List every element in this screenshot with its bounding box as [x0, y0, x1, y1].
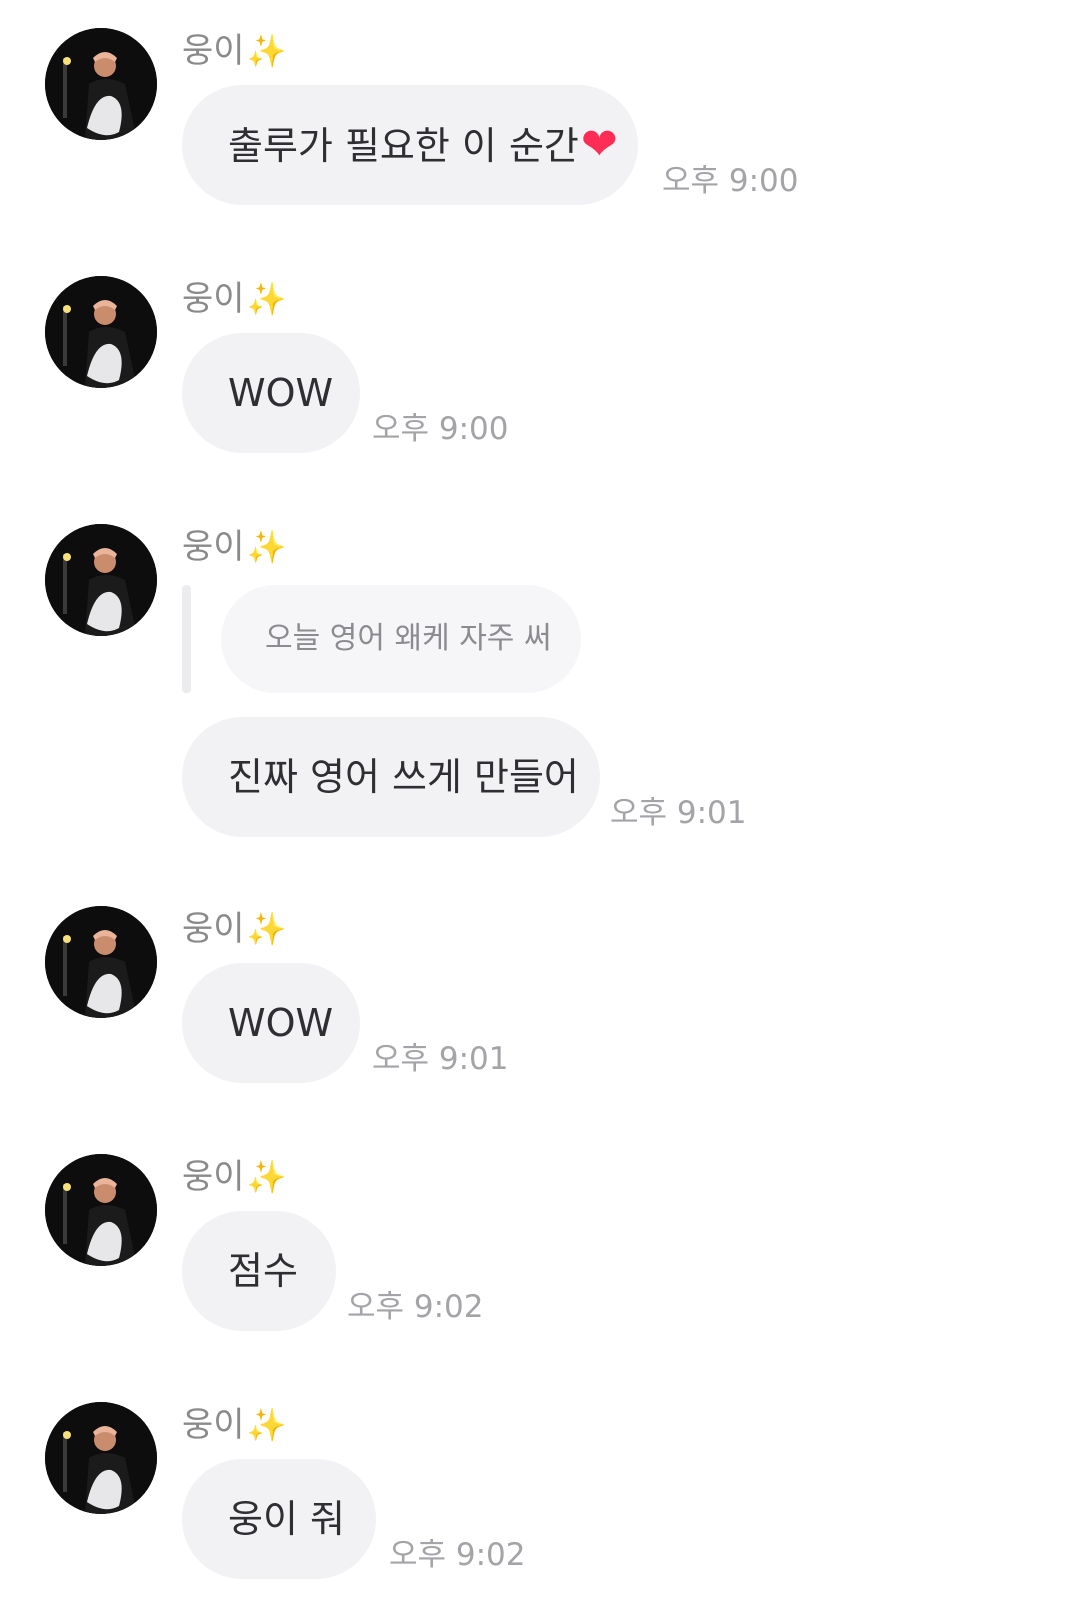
message-bubble[interactable]: 점수 [182, 1211, 336, 1331]
message-bubble[interactable]: 출루가 필요한 이 순간❤ [182, 85, 638, 205]
message-timestamp: 오후 9:02 [347, 1289, 484, 1325]
message-item: 웅이✨ 웅이 줘 오후 9:02 [0, 1402, 1080, 1582]
message-bubble[interactable]: WOW [182, 333, 360, 453]
sparkles-icon: ✨ [246, 32, 287, 70]
quoted-message[interactable]: 오늘 영어 왜케 자주 써 [221, 585, 581, 693]
message-text: 웅이 줘 [228, 1497, 345, 1541]
sparkles-icon: ✨ [246, 1406, 287, 1444]
message-item: 웅이✨ WOW 오후 9:01 [0, 906, 1080, 1086]
sender-name: 웅이✨ [182, 279, 287, 319]
avatar[interactable] [45, 1402, 157, 1514]
message-timestamp: 오후 9:02 [389, 1537, 526, 1573]
sparkles-icon: ✨ [246, 528, 287, 566]
avatar[interactable] [45, 28, 157, 140]
message-timestamp: 오후 9:00 [372, 411, 509, 447]
sender-name: 웅이✨ [182, 1405, 287, 1445]
heart-icon: ❤ [580, 119, 618, 170]
sender-name: 웅이✨ [182, 1157, 287, 1197]
message-text: 출루가 필요한 이 순간 [228, 124, 579, 168]
avatar[interactable] [45, 906, 157, 1018]
quoted-message-text: 오늘 영어 왜케 자주 써 [265, 621, 552, 656]
message-text: 진짜 영어 쓰게 만들어 [228, 755, 579, 799]
message-timestamp: 오후 9:00 [662, 163, 799, 199]
message-bubble[interactable]: WOW [182, 963, 360, 1083]
message-item: 웅이✨ 점수 오후 9:02 [0, 1154, 1080, 1334]
sender-name: 웅이✨ [182, 31, 287, 71]
avatar[interactable] [45, 276, 157, 388]
sender-name: 웅이✨ [182, 909, 287, 949]
sparkles-icon: ✨ [246, 1158, 287, 1196]
message-text: WOW [228, 371, 334, 415]
message-item: 웅이✨ 출루가 필요한 이 순간❤ 오후 9:00 [0, 28, 1080, 208]
avatar[interactable] [45, 524, 157, 636]
reply-indicator [182, 585, 191, 693]
sparkles-icon: ✨ [246, 280, 287, 318]
message-text: WOW [228, 1001, 334, 1045]
avatar[interactable] [45, 1154, 157, 1266]
sparkles-icon: ✨ [246, 910, 287, 948]
message-bubble[interactable]: 진짜 영어 쓰게 만들어 [182, 717, 600, 837]
message-timestamp: 오후 9:01 [372, 1041, 509, 1077]
sender-name: 웅이✨ [182, 527, 287, 567]
message-bubble[interactable]: 웅이 줘 [182, 1459, 376, 1579]
message-timestamp: 오후 9:01 [610, 795, 747, 831]
message-item: 웅이✨ WOW 오후 9:00 [0, 276, 1080, 456]
message-item: 웅이✨ 오늘 영어 왜케 자주 써 진짜 영어 쓰게 만들어 오후 9:01 [0, 524, 1080, 844]
message-text: 점수 [228, 1249, 298, 1293]
